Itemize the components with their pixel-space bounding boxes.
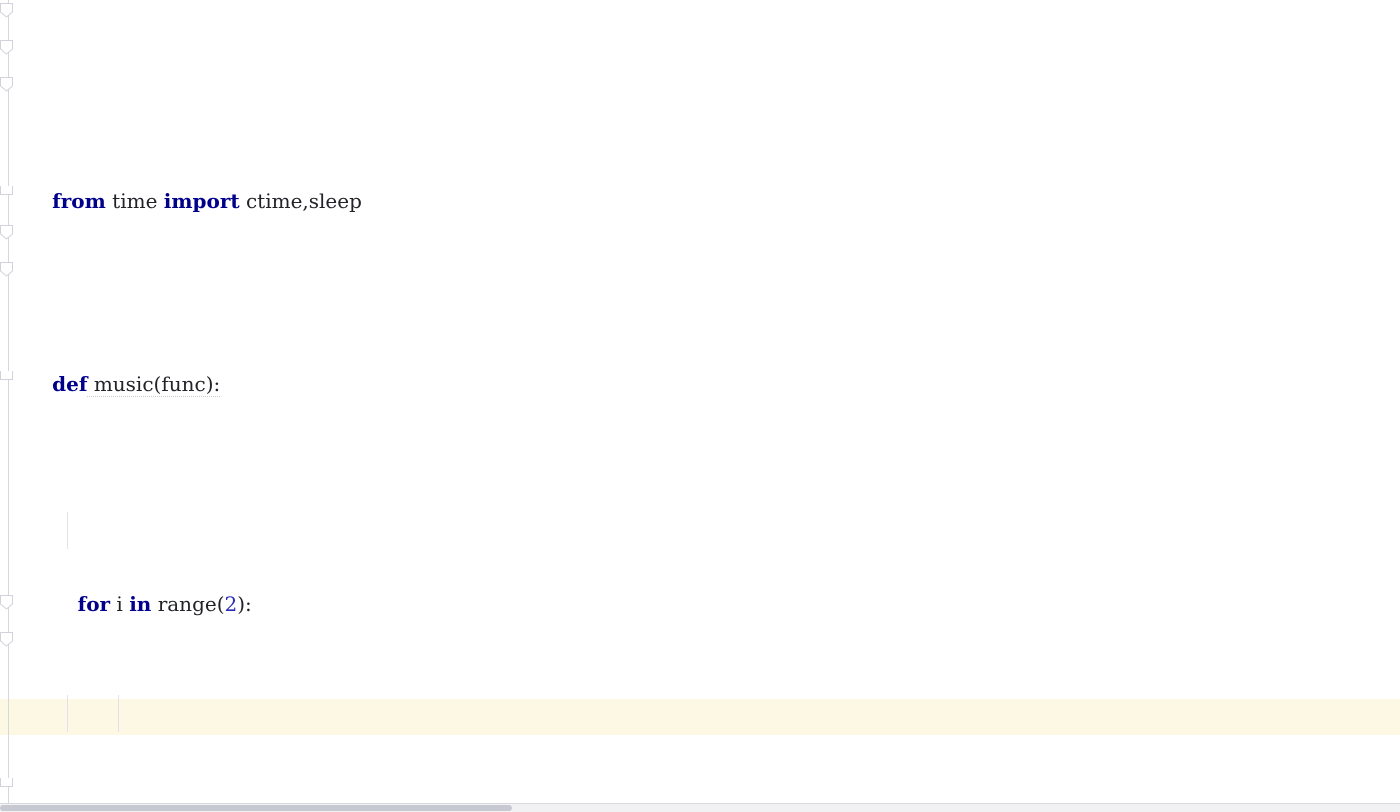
horizontal-scrollbar[interactable] xyxy=(0,803,1400,812)
token-loop-var-i: i xyxy=(110,591,130,616)
code-line-2[interactable]: def music(func): xyxy=(0,329,1400,397)
fold-tip-icon xyxy=(0,83,13,92)
fold-marker-def-movie[interactable] xyxy=(0,225,14,240)
fold-marker-for-movie[interactable] xyxy=(0,262,14,277)
token-keyword-def: def xyxy=(52,371,88,396)
indent-guide xyxy=(67,695,68,732)
token-function-music: music(func): xyxy=(87,371,221,397)
fold-end-movie-block[interactable] xyxy=(0,371,13,380)
fold-marker-for-music[interactable] xyxy=(0,77,14,92)
token-for-tail: ): xyxy=(237,591,252,616)
fold-marker-line-1[interactable] xyxy=(0,3,14,18)
indent-guide xyxy=(67,512,68,549)
token-keyword-for: for xyxy=(77,591,111,616)
token-keyword-in: in xyxy=(129,591,152,616)
indent-guide xyxy=(118,695,119,732)
token-keyword-import: import xyxy=(163,188,240,213)
fold-end-music-block[interactable] xyxy=(0,186,13,195)
code-line-3[interactable]: for i in range(2): xyxy=(0,512,1400,616)
fold-marker-for-threads[interactable] xyxy=(0,632,14,647)
fold-tip-icon xyxy=(0,601,13,610)
token-keyword-from: from xyxy=(52,188,106,213)
code-content[interactable]: from time import ctime,sleep def music(f… xyxy=(0,0,1400,812)
fold-tip-icon xyxy=(0,231,13,240)
fold-end-main-block[interactable] xyxy=(0,778,13,787)
fold-rail xyxy=(8,0,9,812)
horizontal-scrollbar-thumb[interactable] xyxy=(0,805,512,811)
fold-tip-icon xyxy=(0,638,13,647)
fold-marker-if-main[interactable] xyxy=(0,595,14,610)
token-module-time: time xyxy=(105,188,164,213)
code-line-1[interactable]: from time import ctime,sleep xyxy=(0,146,1400,213)
fold-gutter[interactable] xyxy=(0,0,14,812)
fold-marker-def-music[interactable] xyxy=(0,40,14,55)
code-line-4[interactable]: print("begin listening to %s .%s "%(func… xyxy=(0,695,1400,812)
code-editor[interactable]: from time import ctime,sleep def music(f… xyxy=(0,0,1400,812)
fold-tip-icon xyxy=(0,46,13,55)
token-number-2: 2 xyxy=(224,591,238,616)
fold-tip-icon xyxy=(0,9,13,18)
token-range-open: range( xyxy=(151,591,225,616)
token-import-names: ctime,sleep xyxy=(239,188,362,213)
fold-tip-icon xyxy=(0,268,13,277)
